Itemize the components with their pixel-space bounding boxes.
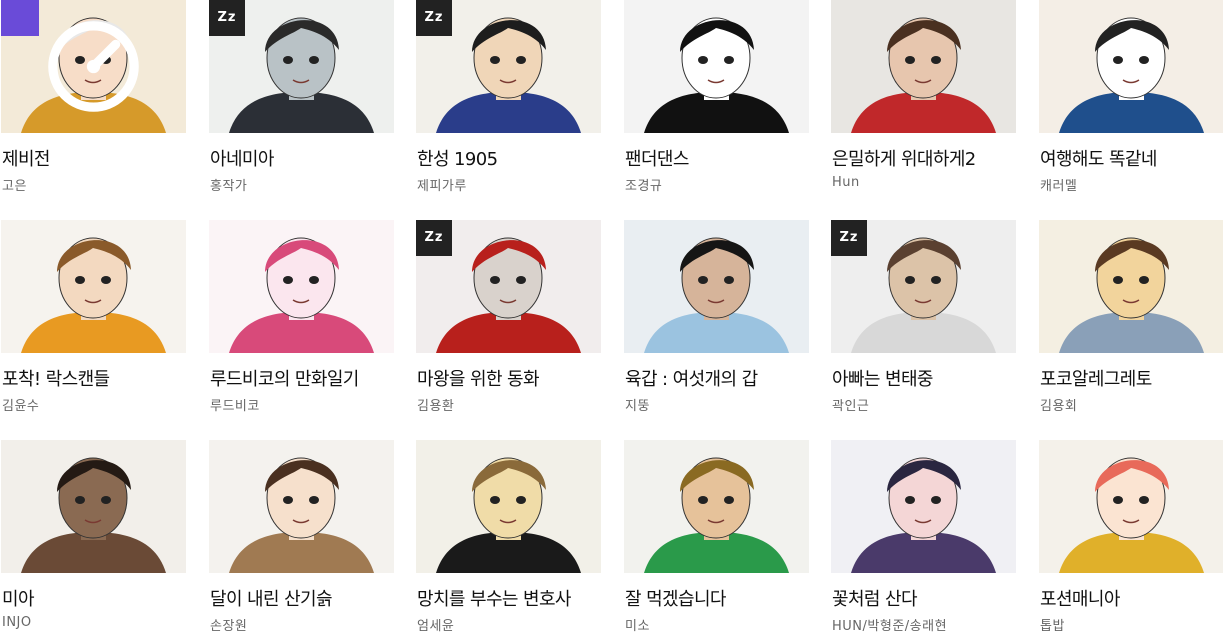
rest-badge: Zz bbox=[416, 0, 452, 36]
comic-title[interactable]: 아빠는 변태중 bbox=[832, 365, 1016, 391]
comic-card[interactable]: Zz 아네미아홍작가 bbox=[208, 0, 394, 200]
comic-title[interactable]: 은밀하게 위대하게2 bbox=[832, 145, 1016, 171]
comic-author: HUN/박형준/송래현 bbox=[832, 619, 948, 634]
comic-thumbnail[interactable] bbox=[624, 220, 809, 353]
comic-thumbnail[interactable] bbox=[624, 440, 809, 573]
comic-author: 미소 bbox=[625, 619, 650, 634]
comic-thumbnail[interactable] bbox=[1039, 0, 1223, 133]
comic-title[interactable]: 한성 1905 bbox=[417, 145, 601, 171]
comic-card[interactable]: 포션매니아톱밥 bbox=[1038, 440, 1223, 640]
comic-card[interactable]: 잘 먹겠습니다미소 bbox=[623, 440, 809, 640]
comic-title[interactable]: 미아 bbox=[2, 585, 186, 611]
comic-cover-illustration bbox=[1039, 0, 1223, 133]
comic-author: 손장원 bbox=[210, 619, 248, 634]
comic-author: 캐러멜 bbox=[1040, 179, 1078, 194]
comic-author: 제피가루 bbox=[417, 179, 467, 194]
comic-author: 김용회 bbox=[1040, 399, 1078, 414]
comic-author: 톱밥 bbox=[1040, 619, 1065, 634]
comic-title[interactable]: 달이 내린 산기슭 bbox=[210, 585, 394, 611]
comic-title[interactable]: 여행해도 똑같네 bbox=[1040, 145, 1223, 171]
comic-title[interactable]: 망치를 부수는 변호사 bbox=[417, 585, 601, 611]
rest-badge: Zz bbox=[209, 0, 245, 36]
comic-cover-illustration bbox=[1039, 440, 1223, 573]
comic-author: INJO bbox=[2, 615, 32, 630]
comic-title[interactable]: 포션매니아 bbox=[1040, 585, 1223, 611]
comic-thumbnail[interactable]: Zz bbox=[416, 220, 601, 353]
comic-cover-illustration bbox=[831, 440, 1016, 573]
timer-badge bbox=[1, 0, 139, 112]
clock-icon bbox=[48, 21, 139, 112]
comic-cover-illustration bbox=[1039, 220, 1223, 353]
comic-card[interactable]: 여행해도 똑같네캐러멜 bbox=[1038, 0, 1223, 200]
comic-cover-illustration bbox=[209, 220, 394, 353]
comic-thumbnail[interactable] bbox=[1, 440, 186, 573]
comic-title[interactable]: 루드비코의 만화일기 bbox=[210, 365, 394, 391]
comic-title[interactable]: 꽃처럼 산다 bbox=[832, 585, 1016, 611]
comic-card[interactable]: 육갑 : 여섯개의 갑지뚱 bbox=[623, 220, 809, 420]
comic-card[interactable]: Zz 마왕을 위한 동화김용환 bbox=[415, 220, 601, 420]
comic-cover-illustration bbox=[624, 220, 809, 353]
comic-author: 조경규 bbox=[625, 179, 663, 194]
comic-cover-illustration bbox=[1, 440, 186, 573]
comic-thumbnail[interactable]: Zz bbox=[831, 220, 1016, 353]
comic-card[interactable]: 미아 INJO bbox=[0, 440, 186, 640]
comic-thumbnail[interactable] bbox=[209, 220, 394, 353]
comic-thumbnail[interactable] bbox=[1039, 440, 1223, 573]
comic-title[interactable]: 포코알레그레토 bbox=[1040, 365, 1223, 391]
comic-title[interactable]: 제비전 bbox=[2, 145, 186, 171]
comic-cover-illustration bbox=[624, 440, 809, 573]
comic-author: 홍작가 bbox=[210, 179, 248, 194]
comic-card[interactable]: 포착! 락스캔들김윤수 bbox=[0, 220, 186, 420]
comic-author: 김윤수 bbox=[2, 399, 40, 414]
comic-thumbnail[interactable] bbox=[1, 0, 186, 133]
comic-title[interactable]: 마왕을 위한 동화 bbox=[417, 365, 601, 391]
comic-thumbnail[interactable] bbox=[624, 0, 809, 133]
comic-author: 곽인근 bbox=[832, 399, 870, 414]
rest-badge: Zz bbox=[831, 220, 867, 256]
comic-thumbnail[interactable] bbox=[831, 0, 1016, 133]
comic-author: 김용환 bbox=[417, 399, 455, 414]
comic-author: 루드비코 bbox=[210, 399, 260, 414]
comic-card[interactable]: 제비전고은 bbox=[0, 0, 186, 200]
rest-badge: Zz bbox=[416, 220, 452, 256]
comic-cover-illustration bbox=[416, 440, 601, 573]
comic-author: Hun bbox=[832, 175, 860, 190]
comic-author: 고은 bbox=[2, 179, 27, 194]
comic-title[interactable]: 아네미아 bbox=[210, 145, 394, 171]
comic-card[interactable]: 달이 내린 산기슭손장원 bbox=[208, 440, 394, 640]
comic-cover-illustration bbox=[831, 0, 1016, 133]
comic-title[interactable]: 포착! 락스캔들 bbox=[2, 365, 186, 391]
comic-thumbnail[interactable] bbox=[1039, 220, 1223, 353]
comic-card[interactable]: 포코알레그레토김용회 bbox=[1038, 220, 1223, 420]
comic-card[interactable]: 망치를 부수는 변호사엄세윤 bbox=[415, 440, 601, 640]
comic-card[interactable]: Zz 아빠는 변태중곽인근 bbox=[830, 220, 1016, 420]
comic-card[interactable]: 루드비코의 만화일기루드비코 bbox=[208, 220, 394, 420]
comic-thumbnail[interactable] bbox=[831, 440, 1016, 573]
comic-thumbnail[interactable]: Zz bbox=[209, 0, 394, 133]
comic-author: 지뚱 bbox=[625, 399, 650, 414]
comic-card[interactable]: 팬더댄스조경규 bbox=[623, 0, 809, 200]
comic-card[interactable]: Zz 한성 1905 제피가루 bbox=[415, 0, 601, 200]
comic-author: 엄세윤 bbox=[417, 619, 455, 634]
comic-cover-illustration bbox=[209, 440, 394, 573]
comic-cover-illustration bbox=[1, 220, 186, 353]
comic-title[interactable]: 육갑 : 여섯개의 갑 bbox=[625, 365, 809, 391]
comic-thumbnail[interactable] bbox=[209, 440, 394, 573]
webtoon-grid: 제비전 고은 Zz 아네미아 홍작가 Zz 한성 1905 제피가루 팬더댄스 조경규 은밀하게 위… bbox=[0, 0, 1223, 638]
comic-cover-illustration bbox=[624, 0, 809, 133]
comic-thumbnail[interactable]: Zz bbox=[416, 0, 601, 133]
comic-title[interactable]: 팬더댄스 bbox=[625, 145, 809, 171]
comic-thumbnail[interactable] bbox=[1, 220, 186, 353]
comic-title[interactable]: 잘 먹겠습니다 bbox=[625, 585, 809, 611]
comic-thumbnail[interactable] bbox=[416, 440, 601, 573]
comic-card[interactable]: 은밀하게 위대하게2 Hun bbox=[830, 0, 1016, 200]
comic-card[interactable]: 꽃처럼 산다 HUN/박형준/송래현 bbox=[830, 440, 1016, 640]
